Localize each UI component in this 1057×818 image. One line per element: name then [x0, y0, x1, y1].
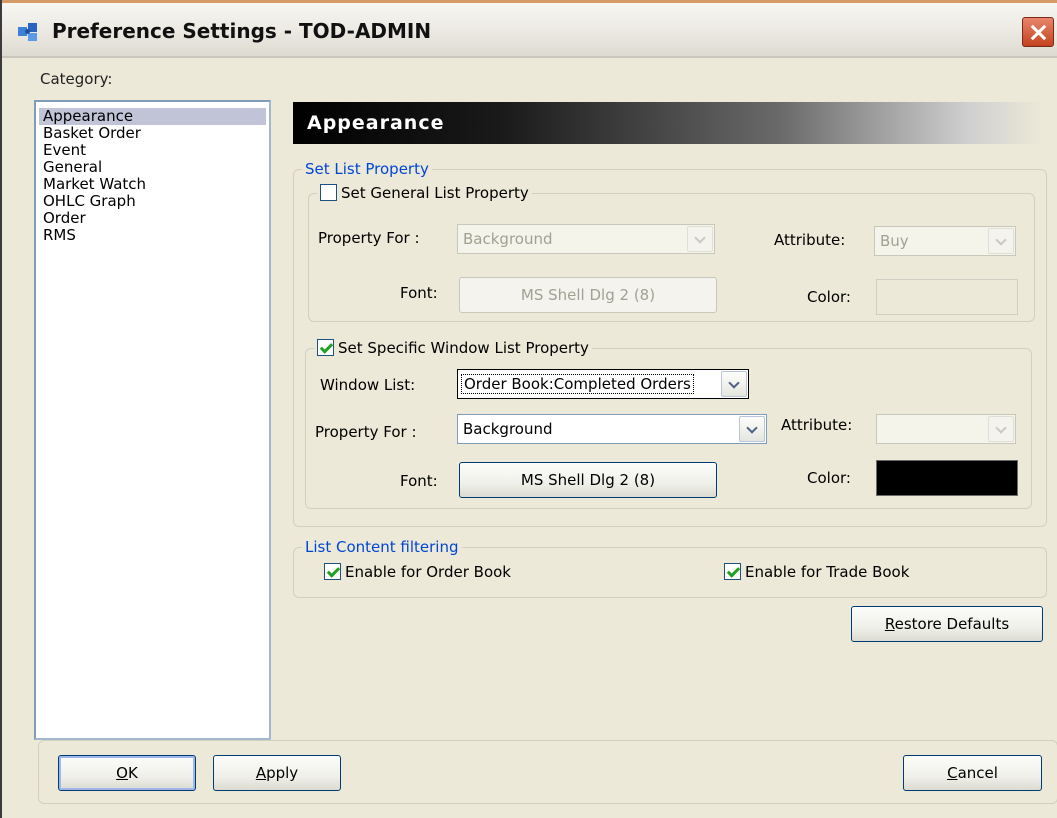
enable-trade-book-option[interactable]: Enable for Trade Book [724, 563, 909, 581]
window-list-label: Window List: [320, 376, 416, 394]
chevron-down-icon [988, 416, 1014, 442]
preference-settings-dialog: Preference Settings - TOD-ADMIN Category… [0, 0, 1057, 818]
general-attribute-value: Buy [880, 232, 909, 250]
enable-order-book-checkbox[interactable] [324, 563, 341, 580]
restore-defaults-button[interactable]: Restore Defaults [851, 606, 1043, 642]
category-item-event[interactable]: Event [39, 142, 266, 159]
general-color-swatch [876, 279, 1018, 315]
specific-font-label: Font: [400, 472, 438, 490]
specific-attribute-label: Attribute: [781, 416, 853, 434]
category-item-general[interactable]: General [39, 159, 266, 176]
window-list-value: Order Book:Completed Orders [461, 374, 694, 394]
specific-window-list-property-legend[interactable]: Set Specific Window List Property [314, 339, 592, 357]
general-font-button: MS Shell Dlg 2 (8) [459, 277, 717, 313]
specific-attribute-select [876, 414, 1016, 444]
category-item-market-watch[interactable]: Market Watch [39, 176, 266, 193]
general-font-label: Font: [400, 284, 438, 302]
category-item-appearance[interactable]: Appearance [39, 108, 266, 125]
set-list-property-legend: Set List Property [305, 160, 429, 178]
specific-property-for-label: Property For : [315, 423, 417, 441]
chevron-down-icon[interactable] [721, 371, 747, 397]
chevron-down-icon[interactable] [739, 416, 765, 442]
chevron-down-icon [687, 226, 713, 252]
specific-property-for-value: Background [463, 420, 553, 438]
category-list[interactable]: Appearance Basket Order Event General Ma… [34, 100, 271, 740]
apply-label: pply [266, 764, 299, 782]
general-list-property-label: Set General List Property [341, 184, 529, 202]
title-bar[interactable]: Preference Settings - TOD-ADMIN [2, 0, 1057, 58]
specific-property-for-select[interactable]: Background [457, 414, 767, 444]
category-item-order[interactable]: Order [39, 210, 266, 227]
cancel-label: ancel [957, 764, 998, 782]
section-header: Appearance [293, 102, 1043, 144]
specific-color-swatch[interactable] [876, 460, 1018, 496]
app-puzzle-icon [16, 21, 42, 43]
general-color-label: Color: [807, 288, 851, 306]
category-item-basket-order[interactable]: Basket Order [39, 125, 266, 142]
cancel-accel: C [947, 764, 958, 782]
specific-color-label: Color: [807, 469, 851, 487]
general-property-for-select: Background [457, 224, 715, 254]
restore-defaults-label: estore Defaults [894, 615, 1010, 633]
list-content-filtering-legend: List Content filtering [305, 538, 459, 556]
general-property-for-value: Background [463, 230, 553, 248]
apply-button[interactable]: Apply [213, 755, 341, 791]
window-list-select[interactable]: Order Book:Completed Orders [457, 369, 749, 399]
general-attribute-label: Attribute: [774, 231, 846, 249]
apply-accel: A [255, 764, 267, 782]
window-title: Preference Settings - TOD-ADMIN [52, 19, 432, 43]
specific-font-button[interactable]: MS Shell Dlg 2 (8) [459, 462, 717, 498]
general-list-property-checkbox[interactable] [320, 184, 337, 201]
enable-trade-book-checkbox[interactable] [724, 563, 741, 580]
general-list-property-legend[interactable]: Set General List Property [317, 184, 532, 202]
restore-defaults-accel: R [884, 615, 895, 633]
close-button[interactable] [1022, 17, 1054, 47]
ok-accel: O [116, 764, 128, 782]
enable-trade-book-label: Enable for Trade Book [745, 563, 910, 581]
section-title: Appearance [307, 112, 445, 134]
ok-label: K [127, 764, 138, 782]
specific-window-list-property-checkbox[interactable] [317, 339, 334, 356]
chevron-down-icon [988, 228, 1014, 254]
category-label: Category: [40, 70, 113, 88]
enable-order-book-option[interactable]: Enable for Order Book [324, 563, 511, 581]
ok-button[interactable]: OK [58, 755, 196, 791]
specific-window-list-property-label: Set Specific Window List Property [338, 339, 589, 357]
cancel-button[interactable]: Cancel [903, 755, 1042, 791]
category-item-rms[interactable]: RMS [39, 227, 266, 244]
general-property-for-label: Property For : [318, 229, 420, 247]
category-item-ohlc-graph[interactable]: OHLC Graph [39, 193, 266, 210]
enable-order-book-label: Enable for Order Book [345, 563, 511, 581]
general-attribute-select: Buy [874, 226, 1016, 256]
